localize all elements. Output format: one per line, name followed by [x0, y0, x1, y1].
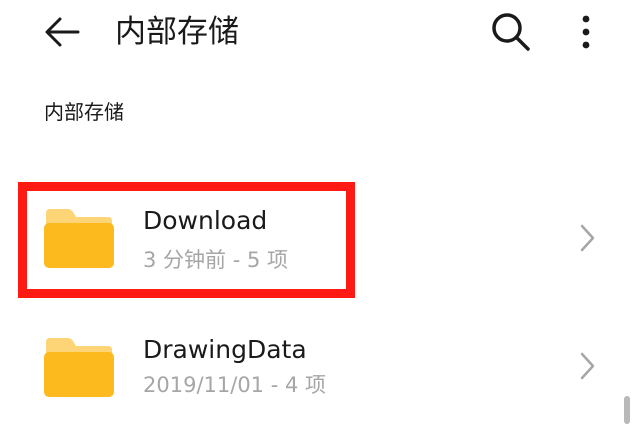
chevron-right-icon	[580, 352, 595, 380]
file-name: DrawingData	[143, 335, 307, 364]
back-button[interactable]	[40, 12, 84, 52]
file-meta: 2019/11/01 - 4 项	[143, 373, 327, 397]
file-meta: 3 分钟前 - 5 项	[143, 248, 289, 272]
arrow-left-icon	[45, 17, 80, 47]
page-title: 内部存储	[115, 14, 239, 50]
list-item-download[interactable]: Download 3 分钟前 - 5 项	[0, 185, 640, 295]
search-icon	[492, 13, 530, 51]
folder-icon	[44, 209, 114, 268]
scrollbar[interactable]	[624, 396, 630, 424]
file-name: Download	[143, 206, 268, 235]
app-bar: 内部存储	[0, 0, 640, 66]
more-vertical-icon	[582, 15, 590, 49]
more-options-button[interactable]	[568, 10, 604, 54]
breadcrumb-internal-storage[interactable]: 内部存储	[44, 98, 124, 126]
folder-icon	[44, 338, 114, 397]
search-button[interactable]	[488, 10, 534, 54]
chevron-right-icon	[580, 224, 595, 252]
list-item-drawingdata[interactable]: DrawingData 2019/11/01 - 4 项	[0, 314, 640, 424]
